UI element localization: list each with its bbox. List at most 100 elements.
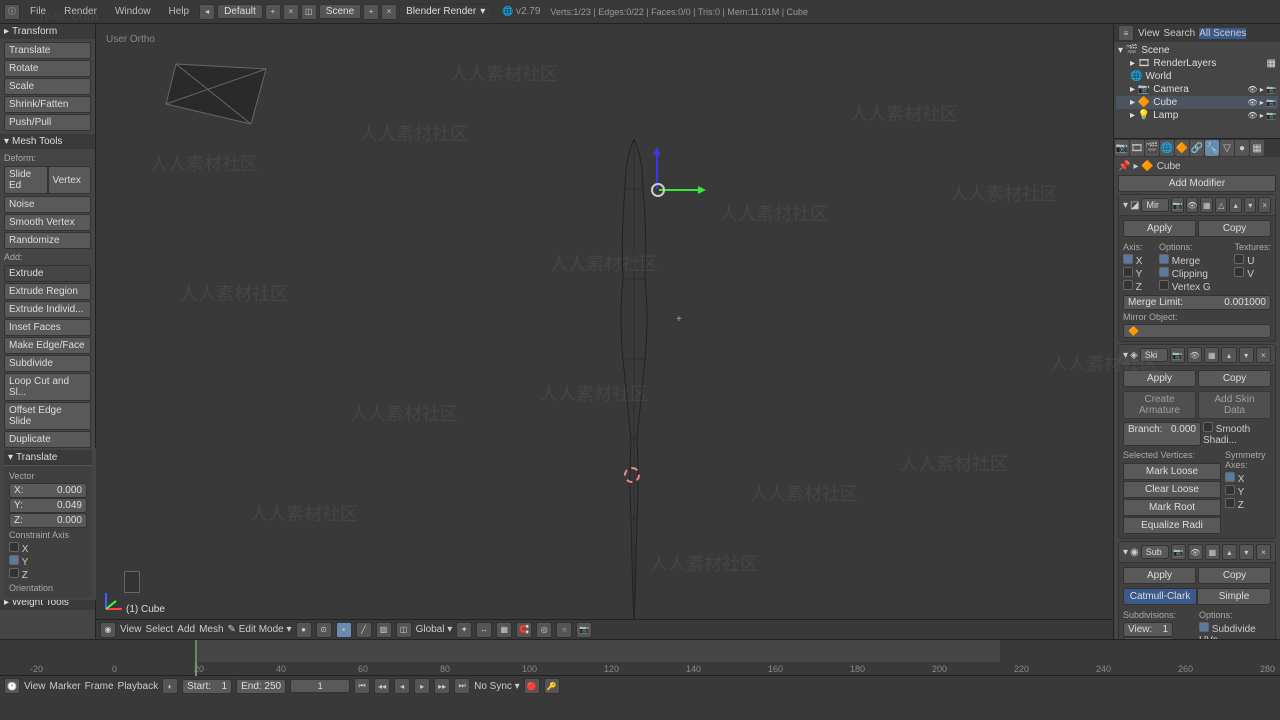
sym-y-checkbox[interactable] (1225, 485, 1235, 495)
extrude-region-button[interactable]: Extrude Region (4, 283, 91, 300)
select-menu[interactable]: Select (146, 624, 174, 635)
subsurf-view-field[interactable]: View:1 (1123, 622, 1173, 637)
manipulator-toggle-icon[interactable]: ✦ (456, 622, 472, 638)
mod-editmode-icon[interactable]: ▦ (1200, 197, 1213, 213)
slide-edge-button[interactable]: Slide Ed (4, 166, 48, 194)
add-menu[interactable]: Add (177, 624, 195, 635)
play-icon[interactable]: ▸ (414, 678, 430, 694)
render-menu[interactable]: Render (56, 4, 105, 19)
randomize-button[interactable]: Randomize (4, 232, 91, 249)
subsurf-name-field[interactable]: Sub (1141, 545, 1169, 559)
timeline-frame-menu[interactable]: Frame (85, 681, 114, 692)
scale-button[interactable]: Scale (4, 78, 91, 95)
mirror-copy-button[interactable]: Copy (1198, 220, 1271, 237)
auto-keyframe-icon[interactable]: 🔴 (524, 678, 540, 694)
catmull-button[interactable]: Catmull-Clark (1123, 588, 1197, 605)
scene-tab-icon[interactable]: 🎬 (1145, 140, 1159, 156)
constraint-z-checkbox[interactable] (9, 568, 19, 578)
subdivide-uvs-checkbox[interactable] (1199, 622, 1209, 632)
view-menu[interactable]: View (120, 624, 142, 635)
merge-limit-field[interactable]: Merge Limit:0.001000 (1123, 295, 1271, 310)
keying-set-icon[interactable]: 🔑 (544, 678, 560, 694)
mod-movedown-icon[interactable]: ▾ (1239, 347, 1254, 363)
tree-world[interactable]: 🌐 World (1116, 70, 1278, 83)
mod-render-icon[interactable]: 📷 (1171, 197, 1184, 213)
play-reverse-icon[interactable]: ◂ (394, 678, 410, 694)
start-frame-field[interactable]: Start:1 (182, 679, 232, 694)
timeline-marker-menu[interactable]: Marker (50, 681, 81, 692)
scene-add-icon[interactable]: + (363, 4, 379, 20)
scene-browse-icon[interactable]: ◫ (301, 4, 317, 20)
simple-button[interactable]: Simple (1197, 588, 1271, 605)
skin-apply-button[interactable]: Apply (1123, 370, 1196, 387)
help-menu[interactable]: Help (161, 4, 198, 19)
world-tab-icon[interactable]: 🌐 (1160, 140, 1174, 156)
mod-delete-icon[interactable]: × (1258, 197, 1271, 213)
tree-camera[interactable]: ▸ 📷 Camera 👁 ▸ 📷 (1116, 83, 1278, 96)
vertex-select-icon[interactable]: ▪ (336, 622, 352, 638)
tex-u-checkbox[interactable] (1234, 254, 1244, 264)
mirror-apply-button[interactable]: Apply (1123, 220, 1196, 237)
mesh-menu[interactable]: Mesh (199, 624, 223, 635)
tree-renderlayers[interactable]: ▸ 🎞 RenderLayers ▦ (1116, 57, 1278, 70)
subsurf-render-field[interactable]: Render:2 (1123, 637, 1174, 639)
mod-delete-icon[interactable]: × (1256, 544, 1271, 560)
sym-z-checkbox[interactable] (1225, 498, 1235, 508)
snap-icon[interactable]: 🧲 (516, 622, 532, 638)
equalize-radii-button[interactable]: Equalize Radi (1123, 517, 1221, 534)
layout-prev-icon[interactable]: ◂ (199, 4, 215, 20)
transform-gizmo[interactable] (611, 149, 711, 229)
viewport-3d[interactable]: User Ortho + (1) Cube ◉ View S (96, 24, 1113, 639)
shrink-fatten-button[interactable]: Shrink/Fatten (4, 96, 91, 113)
modifiers-tab-icon[interactable]: 🔧 (1205, 140, 1219, 156)
gizmo-center[interactable] (651, 183, 665, 197)
orientation-dropdown[interactable]: Global ▾ (416, 624, 453, 635)
mod-moveup-icon[interactable]: ▴ (1222, 544, 1237, 560)
current-frame-field[interactable]: 1 (290, 679, 350, 693)
outliner-view-menu[interactable]: View (1138, 28, 1160, 39)
mod-cage-icon[interactable]: △ (1215, 197, 1228, 213)
outliner-display-dropdown[interactable]: All Scenes (1199, 28, 1246, 39)
collapse-icon[interactable]: ▾ (1123, 350, 1128, 361)
shading-solid-icon[interactable]: ● (296, 622, 312, 638)
smooth-shading-checkbox[interactable] (1203, 422, 1213, 432)
file-menu[interactable]: File (22, 4, 54, 19)
mod-delete-icon[interactable]: × (1256, 347, 1271, 363)
create-armature-button[interactable]: Create Armature (1123, 391, 1196, 419)
branch-field[interactable]: Branch:0.000 (1123, 422, 1201, 446)
texture-tab-icon[interactable]: ▦ (1250, 140, 1264, 156)
vector-y-field[interactable]: Y:0.049 (9, 498, 87, 513)
make-edge-face-button[interactable]: Make Edge/Face (4, 337, 91, 354)
collapse-icon[interactable]: ▾ (1123, 547, 1128, 558)
manipulator-translate-icon[interactable]: ↔ (476, 622, 492, 638)
tree-cube[interactable]: ▸ 🔶 Cube 👁 ▸ 📷 (1116, 96, 1278, 109)
render-image-icon[interactable]: 📷 (576, 622, 592, 638)
clear-loose-button[interactable]: Clear Loose (1123, 481, 1221, 498)
mod-movedown-icon[interactable]: ▾ (1239, 544, 1254, 560)
layout-add-icon[interactable]: + (265, 4, 281, 20)
skin-copy-button[interactable]: Copy (1198, 370, 1271, 387)
merge-checkbox[interactable] (1159, 254, 1169, 264)
jump-start-icon[interactable]: ⏮ (354, 678, 370, 694)
extrude-individual-button[interactable]: Extrude Individ... (4, 301, 91, 318)
translate-button[interactable]: Translate (4, 42, 91, 59)
mirror-y-checkbox[interactable] (1123, 267, 1133, 277)
editor-type-icon[interactable]: ◉ (100, 622, 116, 638)
vector-z-field[interactable]: Z:0.000 (9, 513, 87, 528)
mod-editmode-icon[interactable]: ▦ (1205, 544, 1220, 560)
mod-editmode-icon[interactable]: ▦ (1204, 347, 1219, 363)
pin-icon[interactable]: 📌 (1118, 161, 1130, 172)
duplicate-button[interactable]: Duplicate (4, 431, 91, 448)
smooth-vertex-button[interactable]: Smooth Vertex (4, 214, 91, 231)
tex-v-checkbox[interactable] (1234, 267, 1244, 277)
edge-select-icon[interactable]: ╱ (356, 622, 372, 638)
use-preview-icon[interactable]: ◐ (162, 678, 178, 694)
face-select-icon[interactable]: ▨ (376, 622, 392, 638)
collapse-icon[interactable]: ▾ (1123, 200, 1128, 211)
timeline-playback-menu[interactable]: Playback (118, 681, 159, 692)
timeline-editor-icon[interactable]: 🕐 (4, 678, 20, 694)
clipping-checkbox[interactable] (1159, 267, 1169, 277)
snap-target-icon[interactable]: ◎ (536, 622, 552, 638)
renderlayers-tab-icon[interactable]: 🎞 (1130, 140, 1144, 156)
vector-x-field[interactable]: X:0.000 (9, 483, 87, 498)
